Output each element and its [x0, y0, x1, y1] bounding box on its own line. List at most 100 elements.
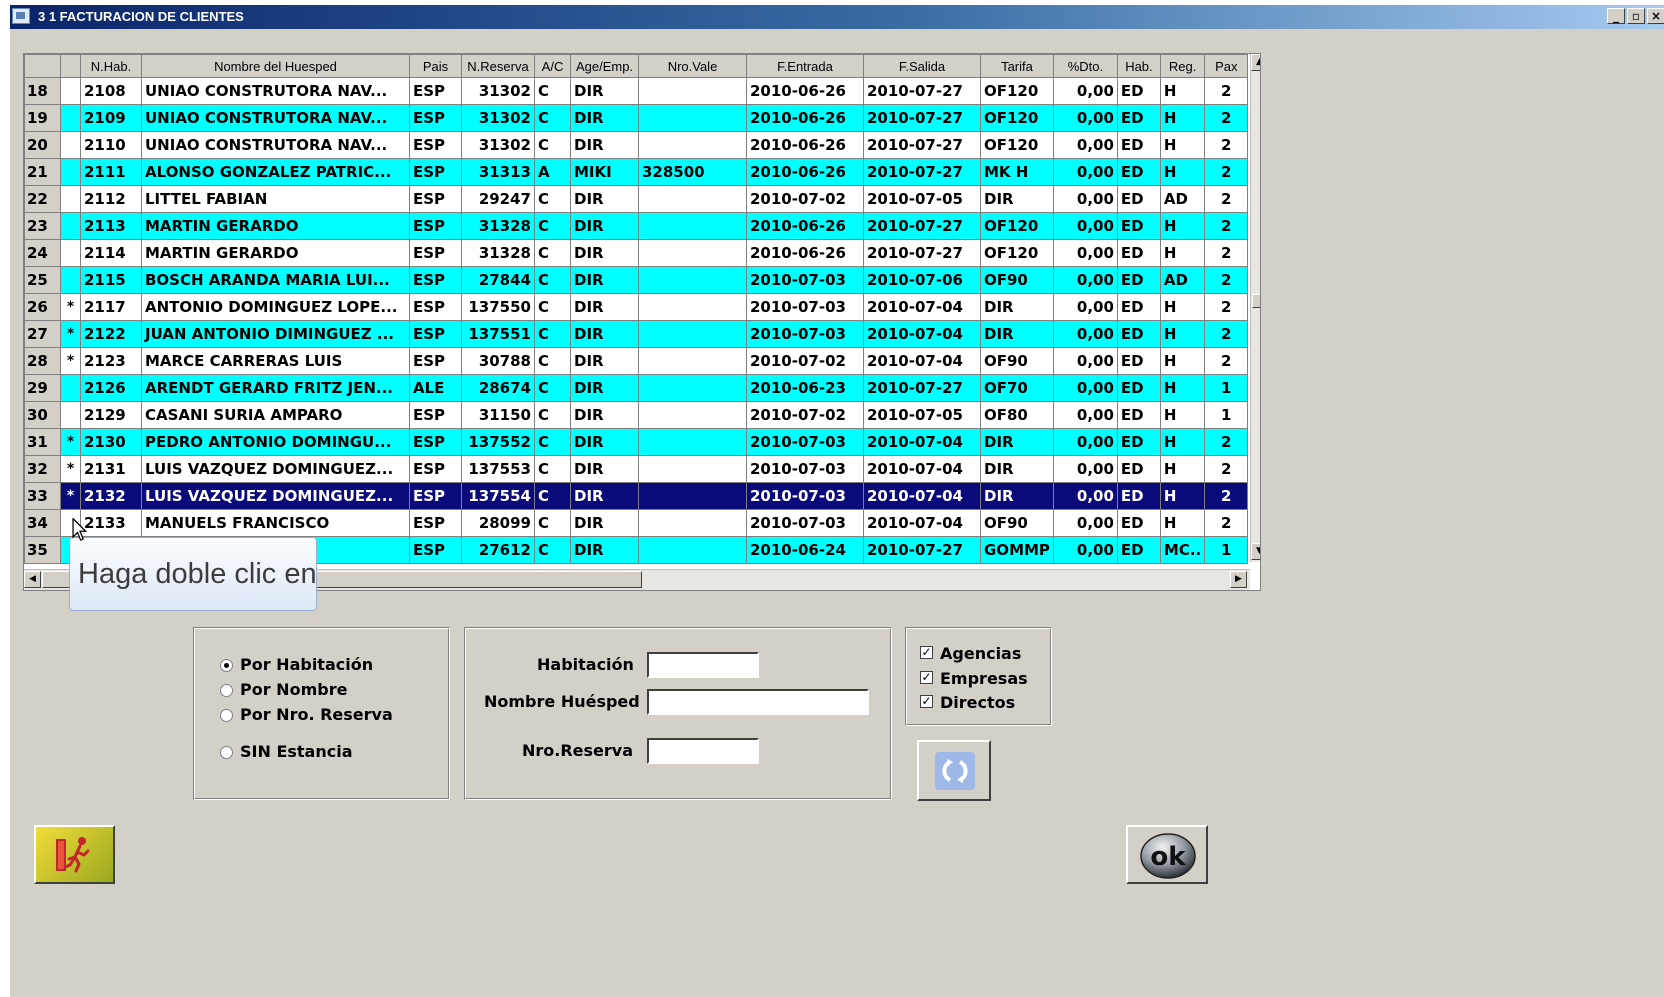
table-row[interactable]: 20 2110 UNIAO CONSTRUTORA NAV... ESP 31302 C D… — [24, 131, 1249, 159]
grid-cell-mark[interactable] — [60, 131, 81, 159]
grid-cell-reg[interactable]: H — [1159, 482, 1206, 510]
grid-cell-ac[interactable]: C — [534, 77, 571, 105]
grid-cell-pais[interactable]: ESP — [409, 293, 462, 321]
grid-cell-hab[interactable]: ED — [1116, 158, 1161, 186]
radio-por-nro-reserva[interactable] — [220, 709, 233, 722]
grid-cell-ac[interactable]: C — [534, 536, 571, 564]
grid-cell-tarifa[interactable]: OF80 — [980, 401, 1054, 429]
exit-button[interactable] — [34, 825, 115, 884]
grid-cell-ac[interactable]: C — [534, 239, 571, 267]
ok-button[interactable]: ok — [1126, 825, 1208, 884]
grid-cell-nro-vale[interactable] — [638, 266, 747, 294]
grid-cell-tarifa[interactable]: DIR — [980, 455, 1054, 483]
grid-cell-pax[interactable]: 2 — [1204, 131, 1249, 159]
grid-cell-nro-vale[interactable] — [638, 401, 747, 429]
agencias-label[interactable]: Agencias — [940, 644, 1021, 663]
grid-cell-mark[interactable]: * — [60, 455, 81, 483]
grid-cell-pax[interactable]: 2 — [1204, 158, 1249, 186]
grid-cell-nombre[interactable]: MARCE CARRERAS LUIS — [141, 347, 410, 375]
grid-cell-hab[interactable]: ED — [1116, 293, 1161, 321]
grid-cell-mark[interactable]: * — [60, 482, 81, 510]
grid-cell-nhab[interactable]: 2115 — [80, 266, 142, 294]
grid-cell-mark[interactable] — [60, 158, 81, 186]
grid-cell-mark[interactable]: * — [60, 293, 81, 321]
grid-cell-mark[interactable] — [60, 239, 81, 267]
grid-cell-tarifa[interactable]: OF70 — [980, 374, 1054, 402]
grid-cell-nreserva[interactable]: 27844 — [461, 266, 535, 294]
grid-cell-nhab[interactable]: 2129 — [80, 401, 142, 429]
grid-row-number[interactable]: 19 — [24, 104, 61, 132]
empresas-label[interactable]: Empresas — [940, 669, 1028, 688]
grid-cell-ac[interactable]: C — [534, 185, 571, 213]
grid-cell-reg[interactable]: H — [1159, 158, 1206, 186]
col-header-nreserva[interactable]: N.Reserva — [461, 54, 535, 78]
grid-cell-ac[interactable]: C — [534, 212, 571, 240]
scroll-up-icon[interactable]: ▲ — [1251, 54, 1260, 71]
grid-cell-ac[interactable]: C — [534, 266, 571, 294]
grid-cell-f-entrada[interactable]: 2010-06-26 — [746, 239, 864, 267]
grid-cell-nombre[interactable]: JUAN ANTONIO DIMINGUEZ ... — [141, 320, 410, 348]
grid-cell-tarifa[interactable]: OF90 — [980, 347, 1054, 375]
grid-cell-f-salida[interactable]: 2010-07-04 — [863, 509, 981, 537]
grid-cell-nro-vale[interactable] — [638, 455, 747, 483]
grid-row-number[interactable]: 35 — [24, 536, 61, 564]
table-row[interactable]: 28 * 2123 MARCE CARRERAS LUIS ESP 30788 C DIR 20… — [24, 347, 1249, 375]
grid-cell-nombre[interactable]: MANUELS FRANCISCO — [141, 509, 410, 537]
grid-row-number[interactable]: 26 — [24, 293, 61, 321]
grid-cell-ac[interactable]: C — [534, 320, 571, 348]
grid-cell-f-entrada[interactable]: 2010-06-26 — [746, 131, 864, 159]
grid-cell-pax[interactable]: 2 — [1204, 482, 1249, 510]
grid-cell-tarifa[interactable]: DIR — [980, 293, 1054, 321]
refresh-button[interactable] — [917, 740, 991, 801]
table-row[interactable]: 30 2129 CASANI SURIA AMPARO ESP 31150 C DIR 201… — [24, 401, 1249, 429]
grid-cell-pax[interactable]: 1 — [1204, 374, 1249, 402]
grid-cell-f-entrada[interactable]: 2010-06-24 — [746, 536, 864, 564]
grid-cell-pais[interactable]: ESP — [409, 347, 462, 375]
grid-cell-hab[interactable]: ED — [1116, 428, 1161, 456]
close-button[interactable]: × — [1647, 8, 1664, 24]
grid-cell-pax[interactable]: 1 — [1204, 536, 1249, 564]
radio-label-por-habitacion[interactable]: Por Habitación — [240, 655, 373, 674]
grid-row-number[interactable]: 31 — [24, 428, 61, 456]
grid-cell-age-emp[interactable]: DIR — [570, 509, 639, 537]
grid-cell-age-emp[interactable]: DIR — [570, 320, 639, 348]
grid-cell-hab[interactable]: ED — [1116, 131, 1161, 159]
grid-cell-pax[interactable]: 2 — [1204, 428, 1249, 456]
grid-cell-reg[interactable]: H — [1159, 77, 1206, 105]
table-row[interactable]: 18 2108 UNIAO CONSTRUTORA NAV... ESP 31302 C D… — [24, 77, 1249, 105]
col-header-pax[interactable]: Pax — [1204, 54, 1249, 78]
grid-cell-hab[interactable]: ED — [1116, 347, 1161, 375]
grid-cell-nreserva[interactable]: 31302 — [461, 104, 535, 132]
grid-cell-nhab[interactable]: 2108 — [80, 77, 142, 105]
grid-cell-nhab[interactable]: 2111 — [80, 158, 142, 186]
grid-cell-nro-vale[interactable] — [638, 482, 747, 510]
grid-cell-pais[interactable]: ESP — [409, 455, 462, 483]
grid-cell-ac[interactable]: C — [534, 428, 571, 456]
grid-cell-pais[interactable]: ESP — [409, 509, 462, 537]
grid-cell-f-entrada[interactable]: 2010-07-03 — [746, 509, 864, 537]
grid-cell-age-emp[interactable]: DIR — [570, 131, 639, 159]
grid-cell-ac[interactable]: C — [534, 482, 571, 510]
grid-cell-nhab[interactable]: 2126 — [80, 374, 142, 402]
grid-cell-nhab[interactable]: 2112 — [80, 185, 142, 213]
grid-cell-nreserva[interactable]: 137553 — [461, 455, 535, 483]
grid-row-number[interactable]: 33 — [24, 482, 61, 510]
grid-cell-nombre[interactable]: CASANI SURIA AMPARO — [141, 401, 410, 429]
grid-cell-nro-vale[interactable] — [638, 239, 747, 267]
grid-cell-age-emp[interactable]: DIR — [570, 455, 639, 483]
grid-cell-reg[interactable]: H — [1159, 239, 1206, 267]
grid-cell-nombre[interactable]: LITTEL FABIAN — [141, 185, 410, 213]
grid-cell-nhab[interactable]: 2132 — [80, 482, 142, 510]
grid-cell-hab[interactable]: ED — [1116, 266, 1161, 294]
grid-row-number[interactable]: 23 — [24, 212, 61, 240]
col-header-ac[interactable]: A/C — [534, 54, 571, 78]
grid-cell-age-emp[interactable]: DIR — [570, 482, 639, 510]
grid-cell-pax[interactable]: 2 — [1204, 347, 1249, 375]
grid-cell-reg[interactable]: H — [1159, 131, 1206, 159]
grid-cell-tarifa[interactable]: DIR — [980, 482, 1054, 510]
grid-cell-nro-vale[interactable] — [638, 104, 747, 132]
grid-cell-hab[interactable]: ED — [1116, 239, 1161, 267]
grid-cell-tarifa[interactable]: OF120 — [980, 239, 1054, 267]
grid-cell-f-entrada[interactable]: 2010-07-03 — [746, 320, 864, 348]
grid-cell-nhab[interactable]: 2110 — [80, 131, 142, 159]
